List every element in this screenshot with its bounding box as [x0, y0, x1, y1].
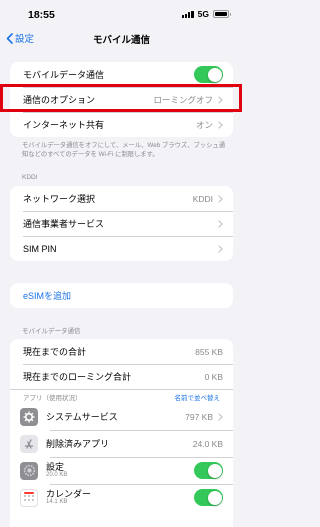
sim-pin-label: SIM PIN — [23, 243, 57, 254]
esim-group: eSIMを追加 — [10, 283, 233, 308]
gear-icon — [20, 407, 38, 426]
app-cellular-toggle[interactable] — [194, 489, 223, 506]
app-usage: 20.0 KB — [46, 472, 68, 479]
data-options-label: 通信のオプション — [23, 95, 96, 105]
current-period-value: 855 KB — [195, 346, 223, 357]
app-store-icon — [20, 434, 38, 453]
carrier-services-row[interactable]: 通信事業者サービス — [10, 211, 233, 236]
app-name: 削除済みアプリ — [46, 439, 110, 449]
chevron-right-icon — [218, 194, 223, 203]
cellular-footnote: モバイルデータ通信をオフにして、メール、Web ブラウズ、プッシュ通知などのすべ… — [22, 142, 225, 159]
status-indicators: 5G — [181, 9, 231, 19]
network-type: 5G — [197, 9, 209, 19]
app-usage: 797 KB — [185, 411, 213, 422]
app-name: 設定 — [46, 461, 65, 472]
carrier-section-header: KDDI — [22, 174, 38, 181]
cellular-settings-group: モバイルデータ通信 通信のオプション ローミングオフ インターネット共有 オン — [10, 62, 233, 137]
chevron-right-icon — [218, 244, 223, 253]
page-title: モバイル通信 — [92, 35, 150, 46]
personal-hotspot-row[interactable]: インターネット共有 オン — [10, 112, 233, 137]
chevron-right-icon — [218, 412, 223, 421]
app-name: カレンダー — [46, 488, 92, 499]
roaming-total-label: 現在までのローミング合計 — [23, 372, 132, 382]
cellular-data-row[interactable]: モバイルデータ通信 — [10, 62, 233, 87]
navigation-bar: 設定 モバイル通信 — [0, 28, 243, 52]
app-cellular-toggle[interactable] — [194, 462, 223, 479]
personal-hotspot-value: オン — [195, 119, 213, 130]
usage-group: 現在までの合計 855 KB 現在までのローミング合計 0 KB アプリ（使用状… — [10, 339, 233, 527]
app-usage: 24.0 KB — [192, 438, 223, 449]
battery-icon — [213, 10, 231, 18]
app-row-system-services[interactable]: システムサービス 797 KB — [10, 403, 233, 430]
add-esim-button[interactable]: eSIMを追加 — [10, 283, 233, 308]
app-usage: 14.1 KB — [46, 499, 68, 506]
personal-hotspot-label: インターネット共有 — [23, 120, 105, 130]
app-row-deleted-apps: 削除済みアプリ 24.0 KB — [10, 430, 233, 457]
chevron-right-icon — [218, 95, 223, 104]
sort-by-name-button[interactable]: 名前で並べ替え — [175, 392, 221, 402]
status-bar: 18:55 5G — [0, 0, 243, 28]
app-text: カレンダー 14.1 KB — [46, 489, 194, 506]
app-row-settings: 設定 20.0 KB — [10, 457, 233, 484]
chevron-right-icon — [218, 219, 223, 228]
add-esim-label: eSIMを追加 — [23, 291, 72, 301]
data-options-row[interactable]: 通信のオプション ローミングオフ — [10, 87, 233, 112]
apps-header-row: アプリ（使用状況） 名前で並べ替え — [10, 389, 233, 403]
roaming-total-value: 0 KB — [204, 371, 223, 382]
cellular-data-toggle[interactable] — [194, 66, 223, 83]
network-selection-label: ネットワーク選択 — [23, 194, 96, 204]
network-selection-row[interactable]: ネットワーク選択 KDDI — [10, 186, 233, 211]
network-selection-value: KDDI — [192, 193, 213, 204]
sim-pin-row[interactable]: SIM PIN — [10, 236, 233, 261]
calendar-icon — [20, 488, 38, 507]
roaming-total-row: 現在までのローミング合計 0 KB — [10, 364, 233, 389]
carrier-group: ネットワーク選択 KDDI 通信事業者サービス SIM PIN — [10, 186, 233, 261]
signal-icon — [181, 10, 194, 18]
current-period-row: 現在までの合計 855 KB — [10, 339, 233, 364]
chevron-right-icon — [218, 120, 223, 129]
app-name: システムサービス — [46, 412, 118, 422]
apps-header-label: アプリ（使用状況） — [23, 394, 82, 402]
carrier-services-label: 通信事業者サービス — [23, 219, 105, 229]
current-period-label: 現在までの合計 — [23, 347, 87, 357]
app-row-calendar: カレンダー 14.1 KB — [10, 484, 233, 511]
data-options-value: ローミングオフ — [153, 94, 213, 105]
status-time: 18:55 — [28, 9, 55, 21]
settings-icon — [20, 461, 38, 480]
usage-section-header: モバイルデータ通信 — [22, 328, 81, 335]
app-text: 設定 20.0 KB — [46, 462, 194, 479]
cellular-data-label: モバイルデータ通信 — [23, 70, 105, 80]
